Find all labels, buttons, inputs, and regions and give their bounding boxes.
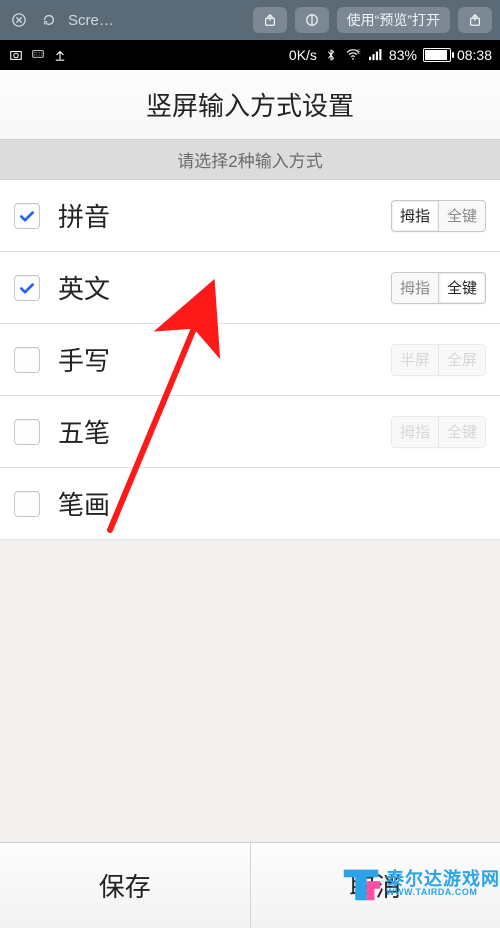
prompt-label: 请选择2种输入方式 (0, 140, 500, 180)
keyboard-layout-toggle: 拇指 全键 (391, 416, 486, 448)
keyboard-layout-toggle[interactable]: 拇指 全键 (391, 272, 486, 304)
open-with-preview-button[interactable]: 使用“预览”打开 (337, 7, 450, 33)
battery-icon (423, 48, 451, 62)
list-item[interactable]: 拼音 拇指 全键 (0, 180, 500, 252)
upload-icon (52, 47, 68, 63)
seg-option[interactable]: 全键 (438, 273, 485, 303)
checkbox[interactable] (14, 491, 40, 517)
list-item[interactable]: 笔画 (0, 468, 500, 540)
input-method-label: 五笔 (58, 413, 373, 450)
seg-option: 全键 (438, 417, 485, 447)
battery-percent-label: 83% (389, 47, 417, 63)
checkbox[interactable] (14, 347, 40, 373)
checkbox[interactable] (14, 203, 40, 229)
seg-option[interactable]: 拇指 (392, 201, 438, 231)
svg-text:E: E (357, 49, 361, 55)
phone-status-bar: 0K/s E 83% 08:38 (0, 40, 500, 70)
seg-option[interactable]: 拇指 (392, 273, 438, 303)
signal-icon (367, 47, 383, 63)
input-method-label: 笔画 (58, 485, 486, 522)
share-button[interactable] (253, 7, 287, 33)
clock-label: 08:38 (457, 47, 492, 63)
list-item[interactable]: 五笔 拇指 全键 (0, 396, 500, 468)
app-frame: Scre… 使用“预览”打开 0K/s (0, 0, 500, 928)
browser-chrome: Scre… 使用“预览”打开 (0, 0, 500, 40)
browser-tab-title: Scre… (68, 12, 245, 29)
keyboard-layout-toggle[interactable]: 拇指 全键 (391, 200, 486, 232)
list-item[interactable]: 英文 拇指 全键 (0, 252, 500, 324)
bluetooth-icon (323, 47, 339, 63)
notification-icon (8, 47, 24, 63)
seg-option: 半屏 (392, 345, 438, 375)
save-button[interactable]: 保存 (0, 843, 250, 928)
bottom-action-bar: 保存 取消 (0, 842, 500, 928)
wifi-icon: E (345, 47, 361, 63)
reload-icon[interactable] (38, 9, 60, 31)
seg-option[interactable]: 全键 (438, 201, 485, 231)
input-method-list: 拼音 拇指 全键 英文 拇指 全键 手写 半屏 全屏 (0, 180, 500, 842)
system-share-button[interactable] (458, 7, 492, 33)
seg-option: 全屏 (438, 345, 485, 375)
input-method-label: 手写 (58, 341, 373, 378)
checkbox[interactable] (14, 419, 40, 445)
reader-button[interactable] (295, 7, 329, 33)
keyboard-layout-toggle: 半屏 全屏 (391, 344, 486, 376)
net-speed-label: 0K/s (289, 47, 317, 63)
list-item[interactable]: 手写 半屏 全屏 (0, 324, 500, 396)
input-method-label: 英文 (58, 269, 373, 306)
seg-option: 拇指 (392, 417, 438, 447)
keyboard-icon (30, 47, 46, 63)
checkbox[interactable] (14, 275, 40, 301)
page-title: 竖屏输入方式设置 (0, 70, 500, 140)
input-method-label: 拼音 (58, 197, 373, 234)
close-icon[interactable] (8, 9, 30, 31)
cancel-button[interactable]: 取消 (250, 843, 500, 928)
